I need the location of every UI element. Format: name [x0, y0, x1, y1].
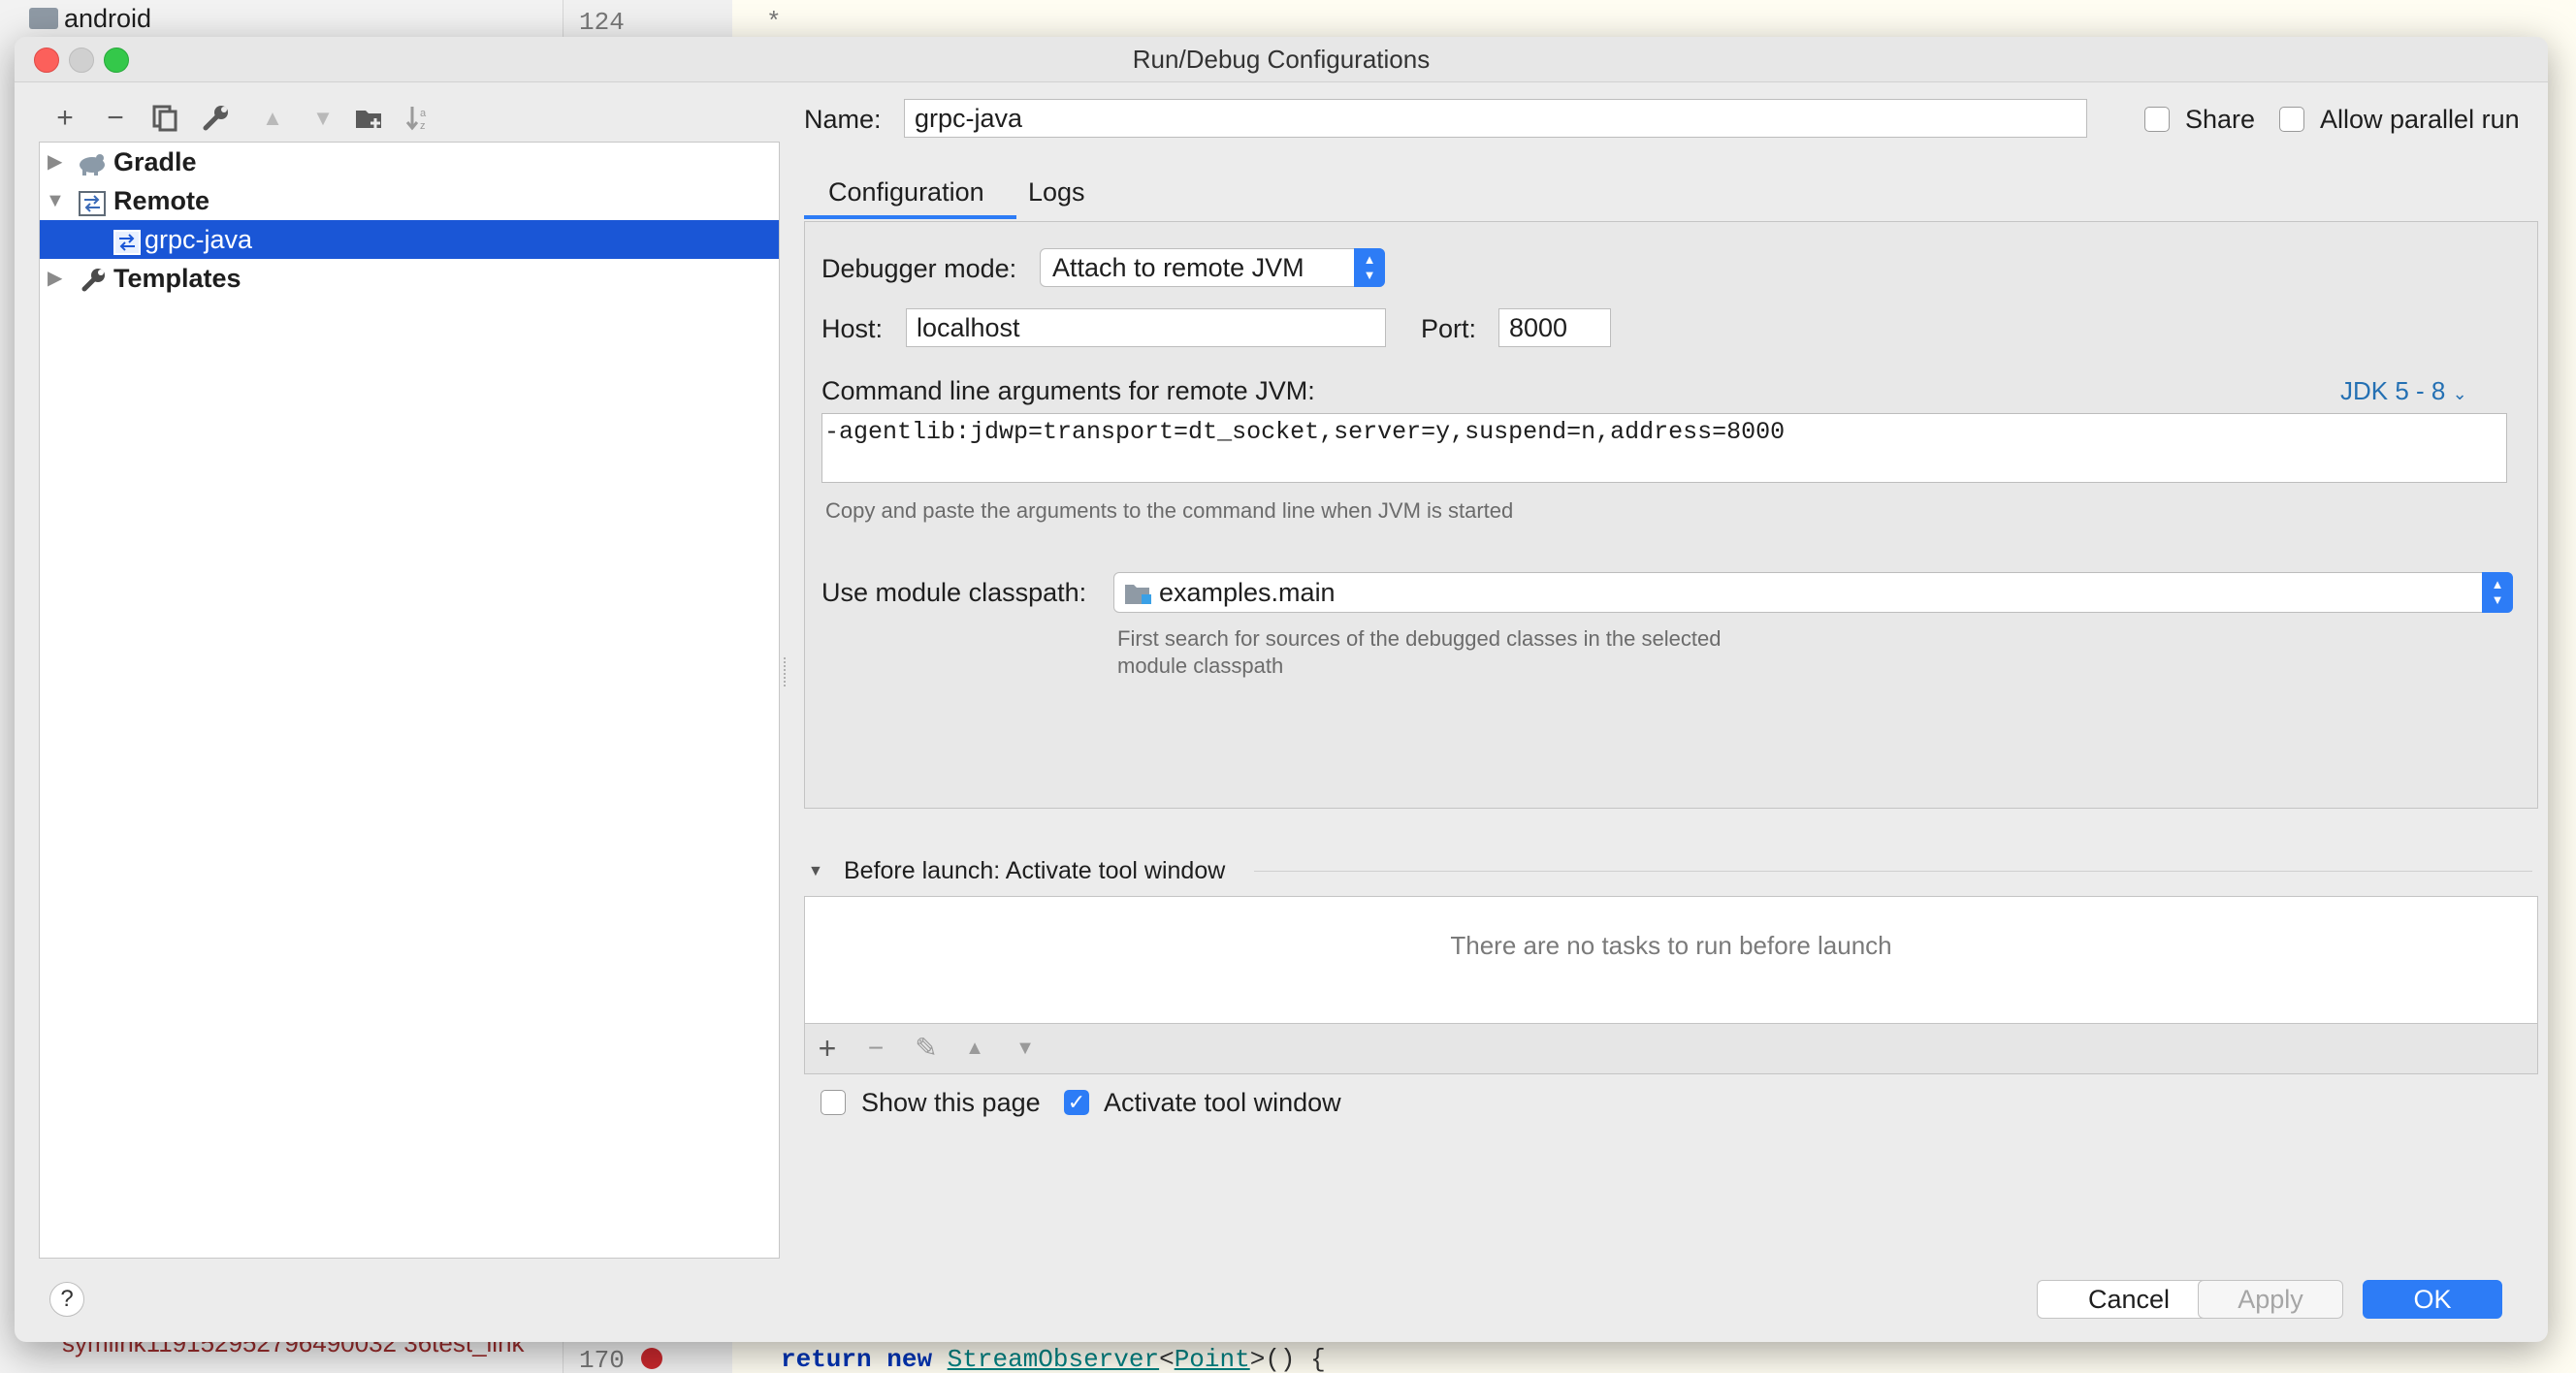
move-task-up-button[interactable]: ▲	[958, 1032, 991, 1065]
configurations-tree: ▶ Gradle ▼ Remote grpc-java ▶ Templates	[39, 142, 780, 1259]
module-classpath-label: Use module classpath:	[821, 578, 1087, 607]
tree-item-remote[interactable]: ▼ Remote	[40, 181, 779, 220]
host-label: Host:	[821, 314, 884, 343]
ok-button[interactable]: OK	[2363, 1280, 2502, 1319]
command-line-hint: Copy and paste the arguments to the comm…	[825, 498, 1514, 523]
module-hint-line2: module classpath	[1117, 654, 1284, 678]
move-up-button[interactable]: ▲	[253, 99, 292, 138]
task-list-toolbar: + − ✎ ▲ ▼	[804, 1024, 2538, 1074]
tree-item-android[interactable]: android	[64, 4, 151, 34]
help-button[interactable]: ?	[49, 1282, 84, 1317]
code-tail: >() {	[1249, 1345, 1326, 1373]
jdk-version-text: JDK 5 - 8	[2340, 376, 2446, 405]
tree-item-grpc-java[interactable]: grpc-java	[40, 220, 779, 259]
tree-item-label: Gradle	[113, 147, 197, 176]
tree-item-templates[interactable]: ▶ Templates	[40, 259, 779, 298]
activate-tool-window-label: Activate tool window	[1104, 1088, 1341, 1117]
module-classpath-value: examples.main	[1159, 578, 1336, 607]
tab-logs[interactable]: Logs	[1028, 177, 1085, 208]
sort-icon[interactable]: az	[404, 103, 434, 132]
keyword-return: return	[781, 1345, 872, 1373]
expand-arrow-icon[interactable]: ▶	[48, 259, 62, 298]
collapse-triangle-icon[interactable]: ▼	[808, 863, 823, 880]
tree-item-label: grpc-java	[145, 225, 253, 254]
command-line-label: Command line arguments for remote JVM:	[821, 376, 1315, 405]
active-tab-indicator	[804, 215, 1016, 219]
line-number: 124	[579, 8, 625, 37]
no-tasks-message: There are no tasks to run before launch	[1450, 931, 1892, 960]
edit-task-icon[interactable]: ✎	[910, 1032, 943, 1065]
share-checkbox[interactable]	[2144, 107, 2170, 132]
port-label: Port:	[1421, 314, 1477, 343]
tree-item-label: Templates	[113, 264, 242, 293]
name-field[interactable]: grpc-java	[904, 99, 2087, 138]
select-arrows-icon[interactable]: ▲ ▼	[1354, 248, 1385, 287]
module-hint-line1: First search for sources of the debugged…	[1117, 626, 1722, 651]
name-label: Name:	[804, 105, 882, 134]
line-number: 170	[579, 1346, 625, 1373]
remove-task-button[interactable]: −	[859, 1032, 892, 1065]
generic-ref[interactable]: Point	[1175, 1345, 1250, 1373]
before-launch-task-list[interactable]: There are no tasks to run before launch	[804, 896, 2538, 1024]
show-this-page-checkbox[interactable]	[821, 1090, 846, 1115]
debugger-mode-label: Debugger mode:	[821, 254, 1017, 283]
wrench-icon	[80, 265, 108, 303]
remove-configuration-button[interactable]: −	[96, 99, 135, 138]
cancel-button[interactable]: Cancel	[2037, 1280, 2221, 1319]
port-field[interactable]: 8000	[1498, 308, 1611, 347]
code-line: *	[766, 8, 782, 37]
move-task-down-button[interactable]: ▼	[1009, 1032, 1042, 1065]
wrench-icon[interactable]	[202, 103, 231, 132]
debugger-mode-value: Attach to remote JVM	[1052, 253, 1304, 282]
chevron-down-icon: ⌄	[2452, 384, 2467, 403]
code-line-return: return new StreamObserver<Point>() {	[781, 1345, 1326, 1373]
tree-item-gradle[interactable]: ▶ Gradle	[40, 143, 779, 181]
expand-arrow-icon[interactable]: ▶	[48, 143, 62, 181]
allow-parallel-run-label: Allow parallel run	[2320, 105, 2520, 134]
folder-icon[interactable]	[354, 105, 385, 132]
show-this-page-label: Show this page	[861, 1088, 1041, 1117]
tab-configuration[interactable]: Configuration	[828, 177, 984, 208]
select-arrows-icon[interactable]: ▲ ▼	[2482, 572, 2513, 613]
dialog-title: Run/Debug Configurations	[1132, 45, 1431, 74]
jdk-version-link[interactable]: JDK 5 - 8 ⌄	[2340, 376, 2467, 406]
divider	[1254, 871, 2532, 872]
tree-item-label: Remote	[113, 186, 210, 215]
share-label: Share	[2185, 105, 2256, 134]
move-down-button[interactable]: ▼	[304, 99, 342, 138]
host-field[interactable]: localhost	[906, 308, 1386, 347]
module-classpath-select[interactable]: examples.main ▲ ▼	[1113, 572, 2513, 613]
before-launch-label: Before launch: Activate tool window	[844, 857, 1226, 884]
collapse-arrow-icon[interactable]: ▼	[46, 181, 65, 220]
activate-tool-window-checkbox[interactable]: ✓	[1064, 1090, 1089, 1115]
copy-icon[interactable]	[152, 105, 177, 132]
class-ref[interactable]: StreamObserver	[948, 1345, 1159, 1373]
run-debug-dialog: Run/Debug Configurations + − ▲ ▼ az ▶ Gr…	[15, 37, 2548, 1342]
svg-text:z: z	[420, 120, 426, 132]
title-bar[interactable]: Run/Debug Configurations	[15, 37, 2548, 82]
command-line-args-field[interactable]: -agentlib:jdwp=transport=dt_socket,serve…	[821, 413, 2507, 483]
debugger-mode-select[interactable]: Attach to remote JVM ▲ ▼	[1040, 248, 1385, 287]
allow-parallel-run-checkbox[interactable]	[2279, 107, 2304, 132]
add-configuration-button[interactable]: +	[46, 99, 84, 138]
module-icon	[1124, 581, 1153, 611]
keyword-new: new	[886, 1345, 933, 1373]
add-task-button[interactable]: +	[811, 1032, 844, 1065]
splitter-handle[interactable]	[784, 657, 791, 686]
breakpoint-icon[interactable]	[641, 1348, 662, 1369]
svg-text:a: a	[420, 108, 427, 119]
apply-button[interactable]: Apply	[2198, 1280, 2343, 1319]
folder-icon	[29, 8, 58, 29]
